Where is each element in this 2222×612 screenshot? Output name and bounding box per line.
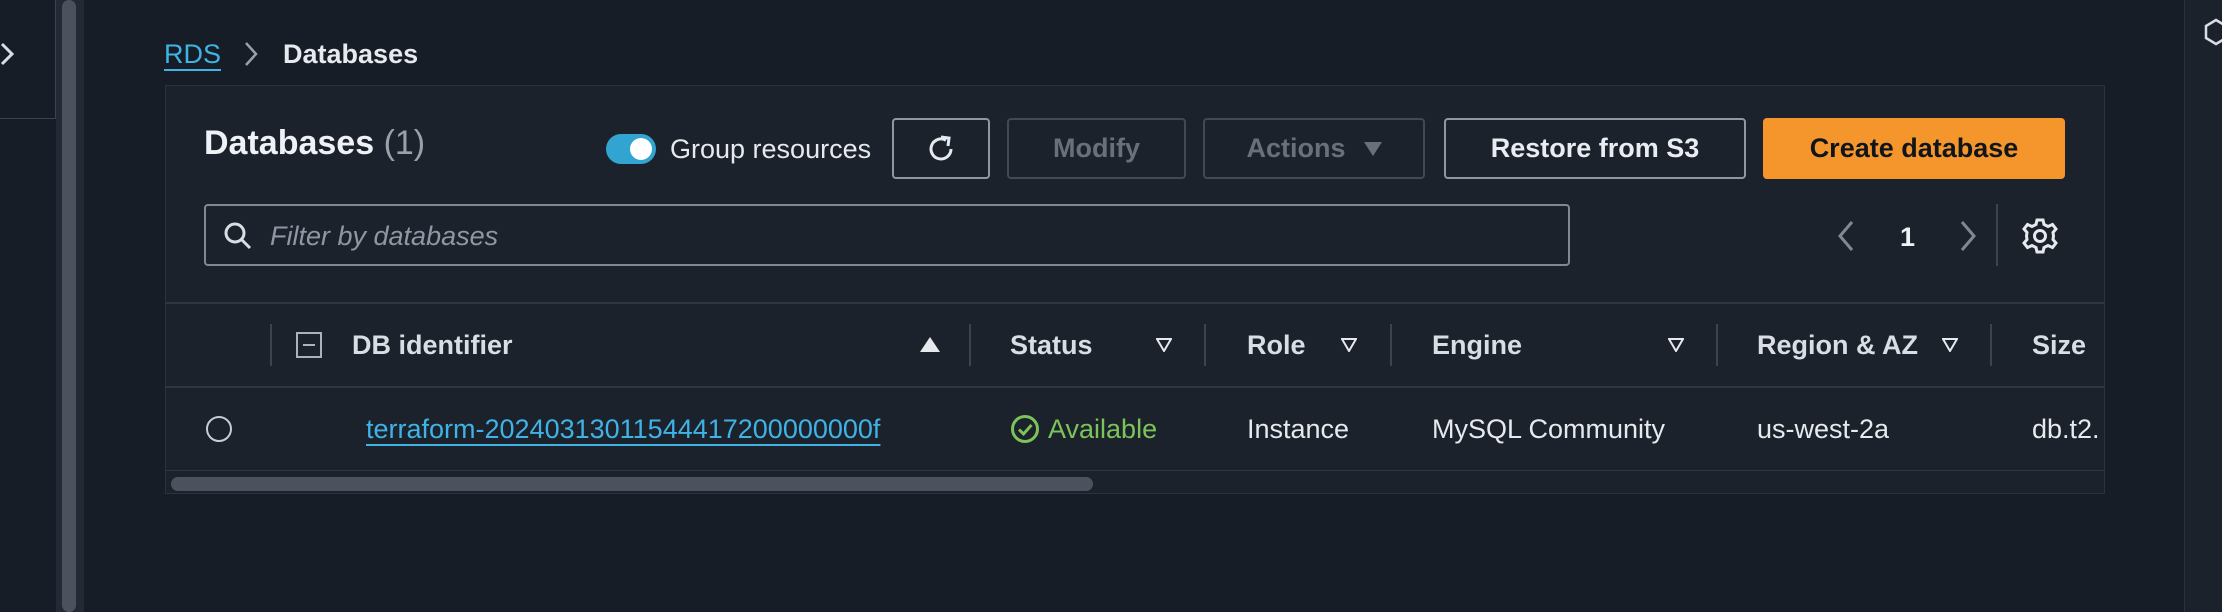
table-header: DB identifier Status Role Engine Region … <box>166 304 2104 386</box>
column-divider <box>270 324 272 366</box>
create-database-button[interactable]: Create database <box>1763 118 2065 179</box>
page-title-text: Databases <box>204 124 375 162</box>
group-resources-label: Group resources <box>670 134 872 164</box>
caret-down-icon <box>1363 141 1382 156</box>
databases-table-container: Databases (1) Group resources Modify Act… <box>165 85 2105 494</box>
restore-from-s3-button[interactable]: Restore from S3 <box>1444 118 1746 179</box>
collapse-icon[interactable] <box>296 332 322 358</box>
check-circle-icon <box>1011 415 1039 443</box>
right-tools-panel <box>2184 0 2222 612</box>
column-header-region-az[interactable]: Region & AZ <box>1757 304 1918 386</box>
toggle-knob <box>630 138 652 160</box>
column-header-size[interactable]: Size <box>2032 304 2086 386</box>
horizontal-scrollbar-track[interactable] <box>166 470 2104 493</box>
sort-descending-icon[interactable] <box>1156 338 1172 352</box>
close-icon[interactable] <box>0 34 20 74</box>
database-count: (1) <box>383 124 426 162</box>
sort-descending-icon[interactable] <box>1668 338 1684 352</box>
column-divider <box>969 324 971 366</box>
column-divider <box>1390 324 1392 366</box>
chevron-right-icon <box>245 42 258 66</box>
chevron-left-icon[interactable] <box>1832 218 1862 254</box>
role-cell: Instance <box>1247 413 1350 444</box>
vertical-scrollbar-thumb[interactable] <box>62 0 76 612</box>
status-text: Available <box>1048 413 1158 444</box>
filter-databases-input[interactable] <box>268 206 1552 266</box>
refresh-button[interactable] <box>892 118 990 179</box>
column-divider <box>1204 324 1206 366</box>
info-panel-icon[interactable] <box>2204 16 2222 48</box>
group-resources-toggle[interactable] <box>606 134 656 164</box>
pager-divider <box>1996 204 1998 266</box>
region-az-cell: us-west-2a <box>1757 413 1890 444</box>
engine-cell: MySQL Community <box>1432 413 1666 444</box>
column-header-status[interactable]: Status <box>1010 304 1093 386</box>
column-divider <box>1716 324 1718 366</box>
column-header-db-identifier[interactable]: DB identifier <box>352 304 513 386</box>
modify-button[interactable]: Modify <box>1007 118 1186 179</box>
page-title: Databases (1) <box>204 124 425 163</box>
breadcrumb-link-rds[interactable]: RDS <box>164 39 221 70</box>
breadcrumb-current: Databases <box>283 38 419 69</box>
actions-dropdown-button[interactable]: Actions <box>1203 118 1425 179</box>
column-header-engine[interactable]: Engine <box>1432 304 1522 386</box>
column-divider <box>1990 324 1992 366</box>
settings-gear-icon[interactable] <box>2020 216 2060 256</box>
table-row: terraform-20240313011544417200000000f Av… <box>166 388 2104 470</box>
actions-label: Actions <box>1246 133 1346 163</box>
size-cell: db.t2. <box>2032 413 2100 444</box>
left-navigation-panel <box>0 0 56 612</box>
left-panel-divider-horizontal <box>0 118 56 119</box>
breadcrumb: RDS Databases <box>164 36 418 72</box>
sort-descending-icon[interactable] <box>1942 338 1958 352</box>
chevron-right-pager-icon[interactable] <box>1952 218 1982 254</box>
filter-search-box[interactable] <box>204 204 1570 266</box>
status-cell: Available <box>1010 388 1157 470</box>
current-page-number[interactable]: 1 <box>1900 222 1915 253</box>
column-header-role[interactable]: Role <box>1247 304 1306 386</box>
refresh-icon <box>929 135 953 160</box>
db-identifier-cell: terraform-20240313011544417200000000f <box>366 388 880 470</box>
search-icon <box>224 222 252 250</box>
sort-descending-icon[interactable] <box>1341 338 1357 352</box>
sort-ascending-icon[interactable] <box>920 337 940 352</box>
horizontal-scrollbar-thumb[interactable] <box>171 477 1093 491</box>
db-identifier-link[interactable]: terraform-20240313011544417200000000f <box>366 414 880 445</box>
row-select-radio[interactable] <box>206 416 232 442</box>
